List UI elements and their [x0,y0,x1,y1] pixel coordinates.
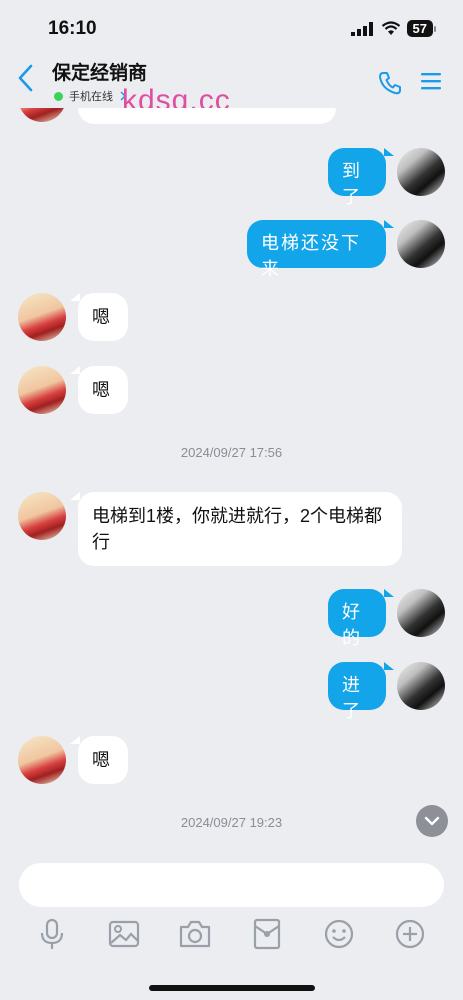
scroll-to-bottom-button[interactable] [416,805,448,837]
message-bubble[interactable]: 嗯 [78,736,128,784]
contact-avatar[interactable] [18,108,66,122]
contact-avatar[interactable] [18,293,66,341]
chat-header: 保定经销商 手机在线 kdsq.cc [0,52,463,117]
input-toolbar [0,913,463,957]
bubble-tail [70,366,80,374]
my-avatar[interactable] [397,589,445,637]
contact-avatar[interactable] [18,366,66,414]
my-avatar[interactable] [397,220,445,268]
red-packet-icon[interactable] [250,917,284,951]
bubble-tail [384,148,394,156]
message-bubble[interactable] [78,108,336,124]
status-bar: 16:10 57 [0,0,463,52]
message-bubble[interactable]: 嗯 [78,293,128,341]
plus-icon[interactable] [393,917,427,951]
menu-icon[interactable] [421,72,441,90]
online-dot-icon [54,91,63,101]
message-bubble[interactable]: 电梯到1楼，你就进就行，2个电梯都行 [78,492,402,566]
microphone-icon[interactable] [35,917,69,951]
wifi-icon [381,21,400,35]
camera-icon[interactable] [178,917,212,951]
emoji-icon[interactable] [322,917,356,951]
bubble-tail [384,220,394,228]
bubble-tail [384,589,394,597]
message-bubble[interactable]: 电梯还没下来 [247,220,386,280]
chat-title[interactable]: 保定经销商 [52,58,147,85]
timestamp: 2024/09/27 17:56 [180,445,283,460]
message-bubble[interactable]: 到了 [328,148,386,208]
timestamp: 2024/09/27 19:23 [180,815,283,830]
phone-icon[interactable] [377,70,403,96]
message-list[interactable]: 到了 电梯还没下来 嗯 嗯 2024/09/27 17:56 电梯到1楼，你就进… [0,108,463,860]
image-icon[interactable] [107,917,141,951]
message-bubble[interactable]: 嗯 [78,366,128,414]
status-time: 16:10 [48,18,97,39]
back-arrow-icon[interactable] [14,62,38,94]
cellular-signal-icon [350,21,373,36]
message-input[interactable] [19,863,444,907]
status-icons: 57 [350,20,437,37]
my-avatar[interactable] [397,148,445,196]
contact-avatar[interactable] [18,736,66,784]
chevron-down-icon [424,816,440,826]
message-bubble[interactable]: 好的 [328,589,386,649]
bubble-tail [384,662,394,670]
bubble-tail [70,736,80,744]
battery-indicator: 57 [406,20,437,37]
home-indicator [149,985,315,991]
contact-avatar[interactable] [18,492,66,540]
my-avatar[interactable] [397,662,445,710]
bubble-tail [70,492,80,500]
online-status-text: 手机在线 [69,91,113,103]
online-status[interactable]: 手机在线 [54,88,127,104]
bubble-tail [70,293,80,301]
message-bubble[interactable]: 进了 [328,662,386,722]
